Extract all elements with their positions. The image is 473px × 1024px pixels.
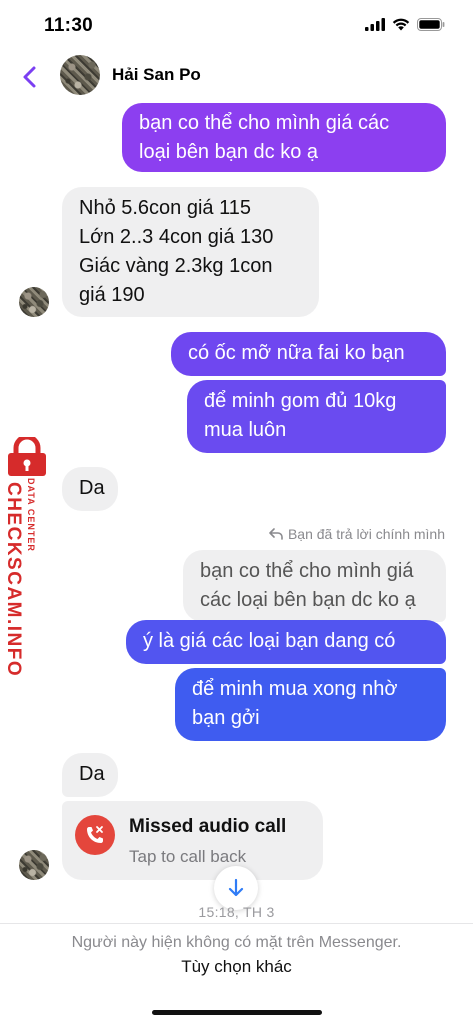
message-incoming[interactable]: Da: [62, 467, 118, 511]
message-line: ý là giá các loại bạn dang có: [143, 630, 396, 652]
message-outgoing[interactable]: để minh mua xong nhờ bạn gởi: [175, 668, 446, 741]
contact-avatar-small[interactable]: [19, 287, 49, 317]
lock-icon: [8, 437, 46, 476]
message-line: giá 190: [79, 284, 145, 306]
message-timestamp: 15:18, TH 3: [198, 904, 275, 920]
footer-divider: [0, 923, 473, 924]
message-line: để minh mua xong nhờ: [192, 678, 398, 700]
wifi-icon: [392, 18, 410, 31]
message-outgoing[interactable]: để minh gom đủ 10kg mua luôn: [187, 380, 446, 453]
reply-note: Bạn đã trả lời chính mình: [269, 526, 445, 542]
message-outgoing[interactable]: ý là giá các loại bạn dang có: [126, 620, 446, 664]
arrow-down-icon: [228, 878, 244, 897]
message-line: Da: [79, 477, 105, 499]
reply-note-text: Bạn đã trả lời chính mình: [287, 526, 445, 542]
status-time: 11:30: [44, 15, 94, 36]
reply-arrow-icon: [269, 528, 283, 540]
message-line: các loại bên bạn dc ko ạ: [200, 589, 416, 611]
message-line: loại bên bạn dc ko ạ: [139, 141, 319, 163]
message-line: bạn co thể cho mình giá: [200, 560, 414, 582]
watermark-subtext: DATA CENTER: [26, 478, 36, 552]
message-incoming[interactable]: Nhỏ 5.6con giá 115 Lớn 2..3 4con giá 130…: [62, 187, 319, 317]
message-outgoing[interactable]: bạn co thể cho mình giá các loại bên bạn…: [122, 103, 446, 172]
call-subtitle: Tap to call back: [129, 847, 247, 866]
message-line: Nhỏ 5.6con giá 115: [79, 197, 251, 219]
message-line: Lớn 2..3 4con giá 130: [79, 226, 274, 248]
message-incoming[interactable]: Da: [62, 753, 118, 797]
message-line: bạn co thể cho mình giá các: [139, 112, 390, 134]
message-outgoing[interactable]: có ốc mỡ nữa fai ko bạn: [171, 332, 446, 376]
watermark-text: CHECKSCAM.INFO: [3, 482, 24, 678]
message-line: Da: [79, 763, 105, 785]
call-title: Missed audio call: [129, 816, 287, 837]
contact-name[interactable]: Hải San Po: [112, 65, 201, 85]
home-indicator[interactable]: [152, 1010, 322, 1015]
replied-message-quote[interactable]: bạn co thể cho mình giá các loại bên bạn…: [183, 550, 446, 622]
more-options-link[interactable]: Tùy chọn khác: [0, 957, 473, 977]
message-line: có ốc mỡ nữa fai ko bạn: [188, 342, 405, 364]
status-bar: 11:30: [0, 0, 473, 52]
contact-avatar-small[interactable]: [19, 850, 49, 880]
missed-call-card[interactable]: Missed audio call Tap to call back: [62, 801, 323, 880]
message-line: Giác vàng 2.3kg 1con: [79, 255, 273, 277]
signal-icon: [365, 18, 385, 31]
contact-avatar[interactable]: [60, 55, 100, 95]
message-line: mua luôn: [204, 419, 287, 441]
unavailable-notice: Người này hiện không có mặt trên Messeng…: [71, 934, 402, 951]
battery-icon: [417, 18, 445, 31]
status-icons: [365, 18, 445, 31]
message-line: để minh gom đủ 10kg: [204, 390, 397, 412]
missed-call-icon: [75, 815, 115, 855]
message-line: bạn gởi: [192, 707, 260, 729]
back-arrow-icon[interactable]: [16, 62, 46, 92]
conversation-header: Hải San Po: [0, 52, 473, 102]
